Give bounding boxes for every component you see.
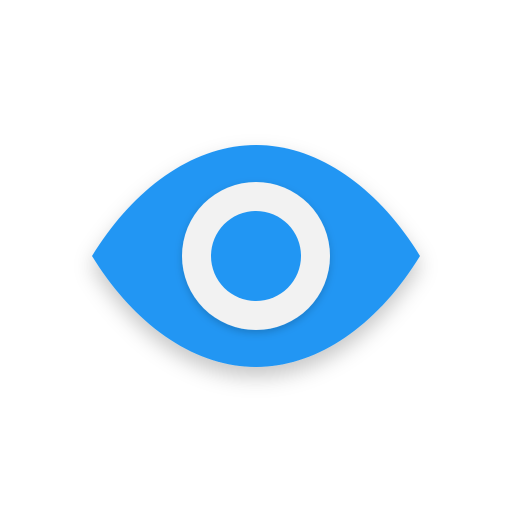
icon-canvas — [0, 0, 512, 512]
pupil — [211, 211, 301, 301]
eye-icon — [92, 145, 420, 367]
